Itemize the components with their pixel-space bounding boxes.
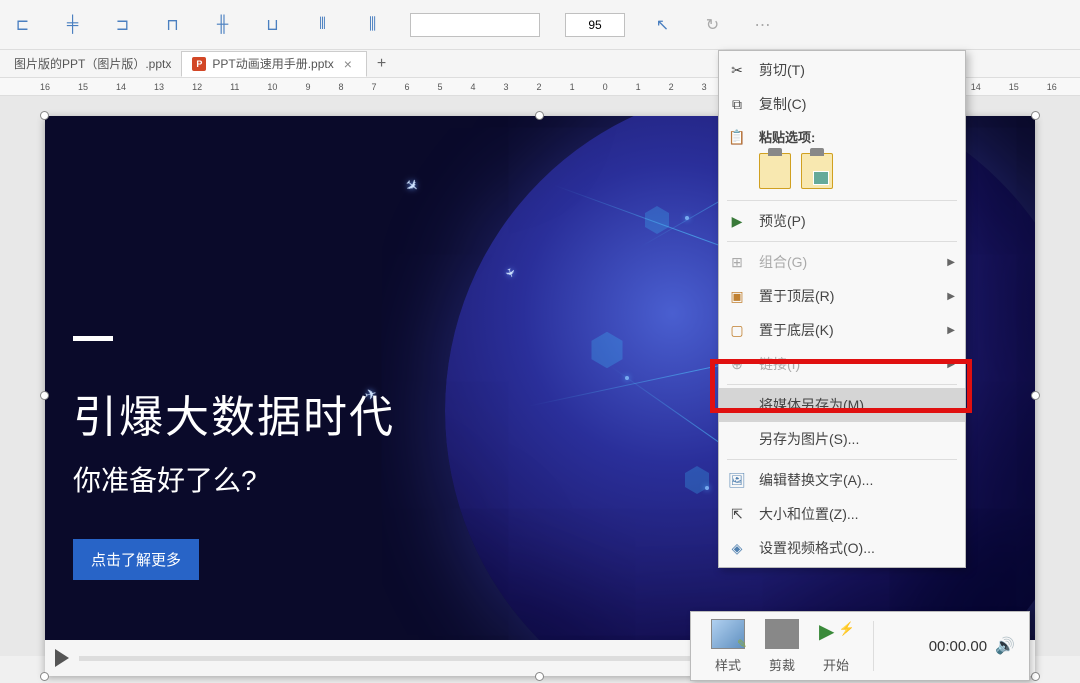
- tab-close-button[interactable]: ×: [340, 56, 356, 72]
- play-button[interactable]: [55, 649, 69, 667]
- ribbon-toolbar: ⊏ ╪ ⊐ ⊓ ╫ ⊔ ⫴ ⫼ ↖ ↻ ⋯: [0, 0, 1080, 50]
- menu-size-position[interactable]: ⇱大小和位置(Z)...: [719, 497, 965, 531]
- tab-label: PPT动画速用手册.pptx: [212, 55, 333, 72]
- crop-button[interactable]: 剪裁: [759, 619, 805, 674]
- group-icon: ⊞: [727, 252, 747, 272]
- resize-handle[interactable]: [535, 672, 544, 681]
- resize-handle[interactable]: [535, 111, 544, 120]
- resize-handle[interactable]: [1031, 391, 1040, 400]
- powerpoint-icon: P: [192, 57, 206, 71]
- paste-icon: 📋: [727, 127, 747, 147]
- context-menu: ✂剪切(T) ⧉复制(C) 📋粘贴选项: ▶预览(P) ⊞组合(G)▶ ▣置于顶…: [718, 50, 966, 568]
- tab-doc2[interactable]: P PPT动画速用手册.pptx ×: [181, 51, 367, 77]
- resize-handle[interactable]: [40, 672, 49, 681]
- submenu-arrow-icon: ▶: [947, 257, 955, 268]
- menu-link: ⊕链接(I)▶: [719, 347, 965, 381]
- menu-bring-front[interactable]: ▣置于顶层(R)▶: [719, 279, 965, 313]
- format-video-icon: ◈: [727, 538, 747, 558]
- resize-handle[interactable]: [1031, 111, 1040, 120]
- menu-save-picture[interactable]: 另存为图片(S)...: [719, 422, 965, 456]
- tab-label: 图片版的PPT（图片版）.pptx: [14, 55, 171, 72]
- resize-handle[interactable]: [1031, 672, 1040, 681]
- distribute-h-icon[interactable]: ⫴: [310, 12, 335, 37]
- size-icon: ⇱: [727, 504, 747, 524]
- add-tab-button[interactable]: +: [367, 55, 396, 73]
- align-top-icon[interactable]: ⊓: [160, 12, 185, 37]
- align-middle-icon[interactable]: ╫: [210, 12, 235, 37]
- align-center-icon[interactable]: ╪: [60, 12, 85, 37]
- panel-time: 00:00.00: [929, 638, 987, 655]
- menu-send-back[interactable]: ▢置于底层(K)▶: [719, 313, 965, 347]
- copy-icon: ⧉: [727, 94, 747, 114]
- more-icon[interactable]: ⋯: [750, 12, 775, 37]
- cta-button[interactable]: 点击了解更多: [73, 539, 199, 580]
- menu-alt-text[interactable]: 🖼编辑替换文字(A)...: [719, 463, 965, 497]
- tab-doc1[interactable]: 图片版的PPT（图片版）.pptx: [4, 51, 181, 77]
- select-input[interactable]: [410, 13, 540, 37]
- cursor-icon[interactable]: ↖: [650, 12, 675, 37]
- link-icon: ⊕: [727, 354, 747, 374]
- cut-icon: ✂: [727, 60, 747, 80]
- align-left-icon[interactable]: ⊏: [10, 12, 35, 37]
- menu-cut[interactable]: ✂剪切(T): [719, 53, 965, 87]
- start-button[interactable]: ▶⚡ 开始: [813, 619, 859, 674]
- menu-paste-label: 📋粘贴选项:: [719, 121, 965, 149]
- paste-option-default[interactable]: [759, 153, 791, 189]
- distribute-v-icon[interactable]: ⫼: [360, 12, 385, 37]
- panel-volume-icon[interactable]: 🔊: [995, 636, 1015, 656]
- submenu-arrow-icon: ▶: [947, 325, 955, 336]
- slide-subtitle: 你准备好了么?: [73, 459, 395, 499]
- video-tools-panel: ✎ 样式 剪裁 ▶⚡ 开始 00:00.00 🔊: [690, 611, 1030, 681]
- menu-group: ⊞组合(G)▶: [719, 245, 965, 279]
- align-bottom-icon[interactable]: ⊔: [260, 12, 285, 37]
- submenu-arrow-icon: ▶: [947, 359, 955, 370]
- slide-title: 引爆大数据时代: [73, 381, 395, 445]
- bring-front-icon: ▣: [727, 286, 747, 306]
- menu-copy[interactable]: ⧉复制(C): [719, 87, 965, 121]
- resize-handle[interactable]: [40, 391, 49, 400]
- alt-text-icon: 🖼: [727, 470, 747, 490]
- menu-save-media[interactable]: 将媒体另存为(M)...: [719, 388, 965, 422]
- resize-handle[interactable]: [40, 111, 49, 120]
- title-dash: [73, 336, 113, 341]
- align-right-icon[interactable]: ⊐: [110, 12, 135, 37]
- style-button[interactable]: ✎ 样式: [705, 619, 751, 674]
- replay-icon[interactable]: ↻: [700, 12, 725, 37]
- play-icon: ▶: [727, 211, 747, 231]
- send-back-icon: ▢: [727, 320, 747, 340]
- submenu-arrow-icon: ▶: [947, 291, 955, 302]
- menu-format-video[interactable]: ◈设置视频格式(O)...: [719, 531, 965, 565]
- size-input[interactable]: [565, 13, 625, 37]
- paste-option-picture[interactable]: [801, 153, 833, 189]
- menu-preview[interactable]: ▶预览(P): [719, 204, 965, 238]
